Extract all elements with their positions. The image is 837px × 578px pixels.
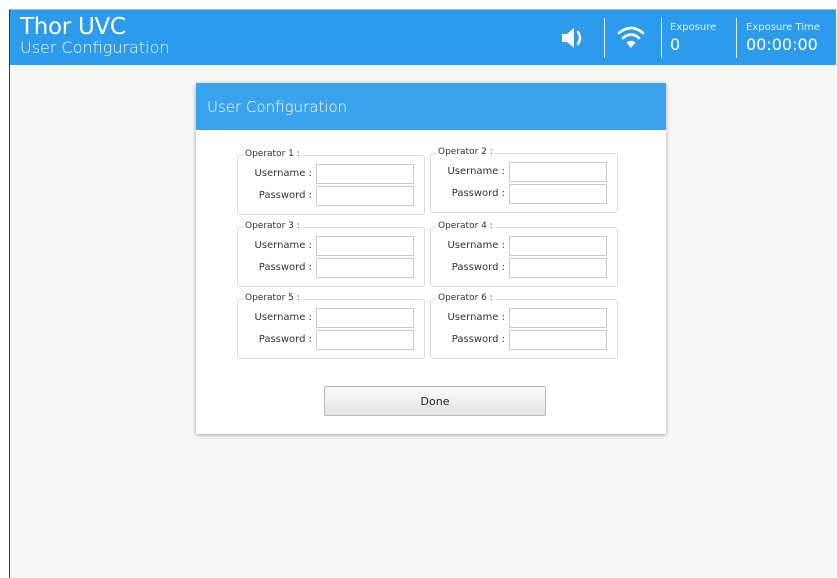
dialog-title: User Configuration xyxy=(207,98,348,116)
password-label: Password : xyxy=(258,334,312,345)
operator-5-password-input[interactable] xyxy=(316,330,414,350)
username-label: Username : xyxy=(254,240,312,251)
password-label: Password : xyxy=(451,334,505,345)
operator-2-group: Operator 2 : Username : Password : xyxy=(430,146,618,213)
operator-6-password-input[interactable] xyxy=(509,330,607,350)
operator-4-label: Operator 4 : xyxy=(436,220,495,232)
operator-6-label: Operator 6 : xyxy=(436,292,495,304)
user-configuration-dialog: User Configuration Operator 1 : Username… xyxy=(196,83,666,434)
header-divider xyxy=(736,18,737,58)
operator-5-label: Operator 5 : xyxy=(243,292,302,304)
operator-1-label: Operator 1 : xyxy=(243,148,302,160)
username-label: Username : xyxy=(447,240,505,251)
wifi-icon[interactable] xyxy=(616,24,646,52)
operator-3-label: Operator 3 : xyxy=(243,220,302,232)
operator-4-username-input[interactable] xyxy=(509,236,607,256)
operator-2-label: Operator 2 : xyxy=(436,146,495,158)
exposure-time-label: Exposure Time xyxy=(746,22,820,33)
operator-3-password-input[interactable] xyxy=(316,258,414,278)
dialog-header: User Configuration xyxy=(196,83,666,130)
password-label: Password : xyxy=(258,262,312,273)
exposure-time-value: 00:00:00 xyxy=(746,35,818,54)
username-label: Username : xyxy=(254,312,312,323)
exposure-label: Exposure xyxy=(670,22,717,33)
app-window: Thor UVC User Configuration Exposure 0 E… xyxy=(9,9,836,578)
password-label: Password : xyxy=(451,262,505,273)
header-divider xyxy=(661,18,662,58)
speaker-icon[interactable] xyxy=(559,24,589,52)
operator-1-password-input[interactable] xyxy=(316,186,414,206)
operator-5-group: Operator 5 : Username : Password : xyxy=(237,292,425,359)
done-button[interactable]: Done xyxy=(324,386,546,416)
app-subtitle: User Configuration xyxy=(20,38,170,57)
operator-2-password-input[interactable] xyxy=(509,184,607,204)
username-label: Username : xyxy=(447,166,505,177)
operator-3-username-input[interactable] xyxy=(316,236,414,256)
operator-3-group: Operator 3 : Username : Password : xyxy=(237,220,425,287)
username-label: Username : xyxy=(254,168,312,179)
operator-6-group: Operator 6 : Username : Password : xyxy=(430,292,618,359)
app-header-bar: Thor UVC User Configuration Exposure 0 E… xyxy=(10,10,836,65)
operator-6-username-input[interactable] xyxy=(509,308,607,328)
password-label: Password : xyxy=(451,188,505,199)
operator-5-username-input[interactable] xyxy=(316,308,414,328)
operator-4-password-input[interactable] xyxy=(509,258,607,278)
operator-4-group: Operator 4 : Username : Password : xyxy=(430,220,618,287)
operator-2-username-input[interactable] xyxy=(509,162,607,182)
operator-1-username-input[interactable] xyxy=(316,164,414,184)
exposure-value: 0 xyxy=(670,35,681,54)
operator-1-group: Operator 1 : Username : Password : xyxy=(237,148,425,215)
header-divider xyxy=(604,18,605,58)
app-title: Thor UVC xyxy=(20,14,126,40)
password-label: Password : xyxy=(258,190,312,201)
username-label: Username : xyxy=(447,312,505,323)
